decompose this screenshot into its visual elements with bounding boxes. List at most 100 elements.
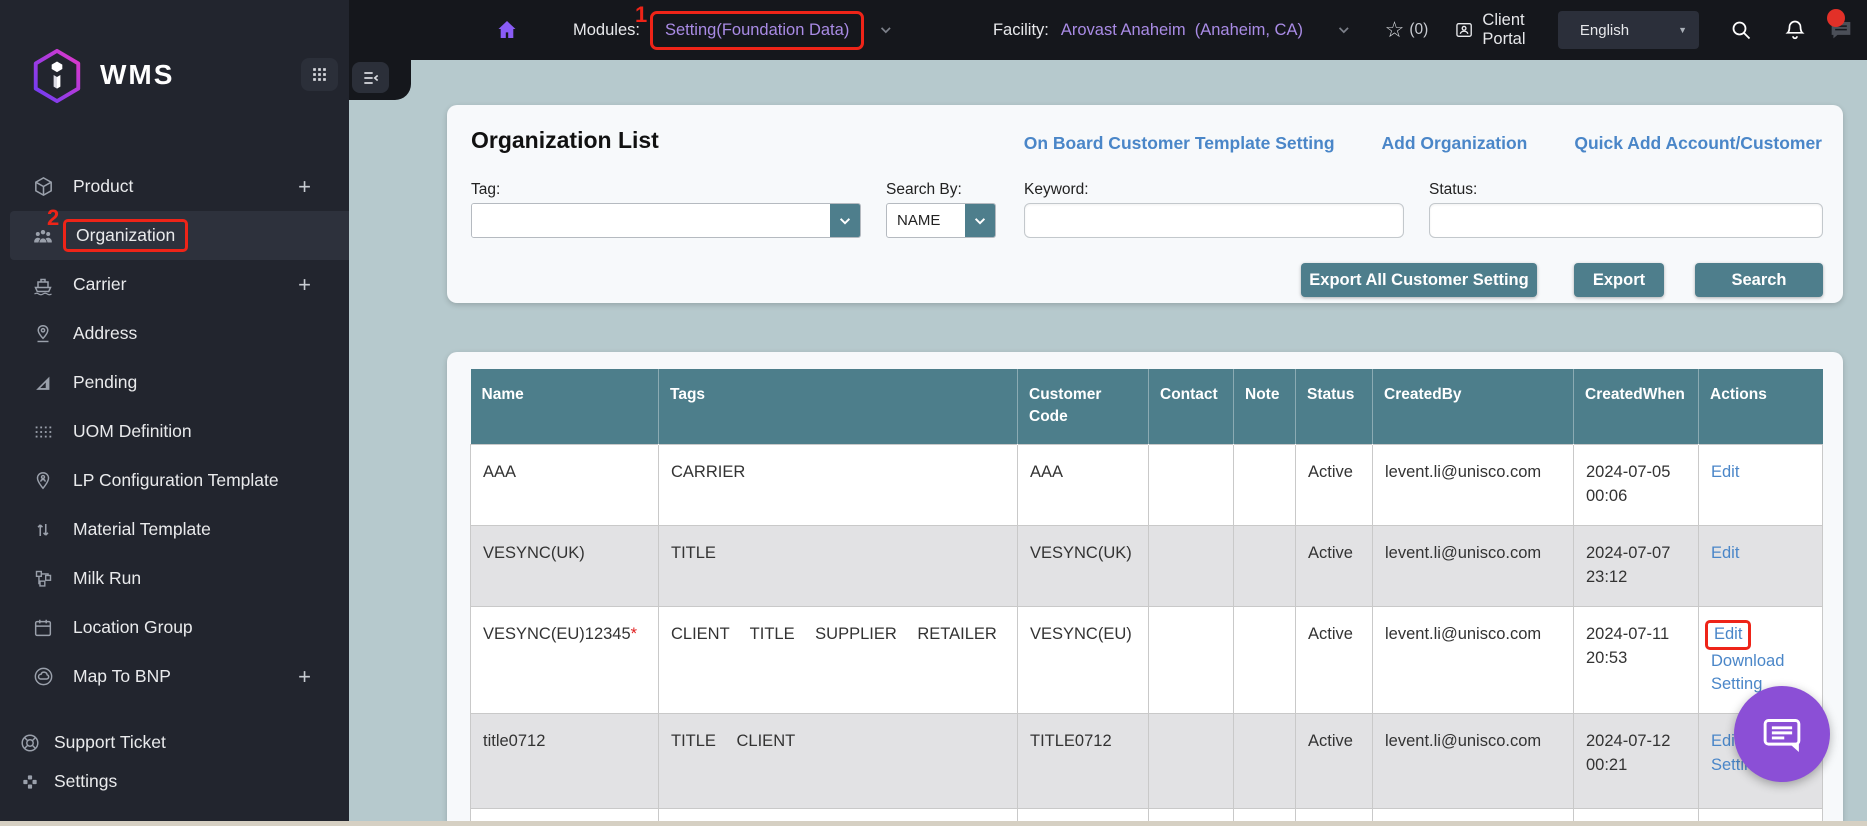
search-by-dropdown-button[interactable] [965,204,995,237]
tag-dropdown-button[interactable] [830,204,860,237]
edit-link[interactable]: Edit [1711,544,1739,562]
keyword-input[interactable] [1024,203,1404,238]
cell-createdby: levent.li@unisco.com [1372,605,1574,715]
facility-chevron-down-icon[interactable] [1337,22,1351,38]
page-bottom-edge [0,821,1867,826]
cell-createdby: levent.li@unisco.com [1372,524,1574,607]
cell-tags: TITLE [658,524,1018,607]
cell-createdwhen: 2024-07-07 23:12 [1573,524,1699,607]
edit-link-annotated[interactable]: Edit [1705,619,1752,650]
expand-plus-icon[interactable]: + [298,174,311,200]
sidebar-item-material-template[interactable]: Material Template [0,505,349,554]
sidebar-item-label: Pending [73,372,138,392]
table-row: title0712 TITLE CLIENT TITLE0712 Active … [470,713,1823,810]
sidebar-item-lp-configuration-template[interactable]: LP Configuration Template [0,456,349,505]
cell-createdby: levent.li@unisco.com [1372,713,1574,810]
edit-link[interactable]: Edit [1711,463,1739,481]
sidebar-item-label: LP Configuration Template [73,470,279,490]
header-links: On Board Customer Template Setting Add O… [1024,133,1822,154]
status-input[interactable] [1429,203,1823,238]
id-card-icon [1456,23,1473,37]
sidebar-item-carrier[interactable]: Carrier + [0,260,349,309]
cell-customer-code: AAA [1017,443,1149,526]
search-button[interactable]: Search [1695,263,1823,297]
sidebar-item-address[interactable]: Address [0,309,349,358]
link-onboard-customer-template-setting[interactable]: On Board Customer Template Setting [1024,133,1335,154]
cell-name: VESYNC(EU)12345* [470,605,659,715]
sidebar-item-milk-run[interactable]: Milk Run [0,554,349,603]
column-header-tags: Tags [658,369,1018,445]
arrows-up-down-icon [30,518,56,542]
sidebar-item-uom-definition[interactable]: UOM Definition [0,407,349,456]
sidebar-item-organization[interactable]: 2 Organization [10,207,349,260]
controller-icon [18,771,42,793]
sidebar-item-support-ticket[interactable]: Support Ticket [0,723,349,762]
cell-status: Active [1295,443,1373,526]
expand-plus-icon[interactable]: + [298,664,311,690]
cell-customer-code: VESYNC(EU) [1017,605,1149,715]
organization-table: Name Tags Customer Code Contact Note Sta… [470,369,1823,826]
messages-button[interactable] [1827,9,1855,45]
modules-chevron-down-icon[interactable] [879,22,893,38]
cell-name: AAA [470,443,659,526]
chat-fab-button[interactable] [1734,686,1830,782]
notification-badge-dot [1827,9,1846,27]
sidebar-item-product[interactable]: Product + [0,162,349,211]
sidebar-item-location-group[interactable]: Location Group [0,603,349,652]
sidebar-item-settings[interactable]: Settings [0,762,349,801]
organization-table-card: Name Tags Customer Code Contact Note Sta… [447,352,1843,826]
cell-customer-code: VESYNC(UK) [1017,524,1149,607]
cell-status: Active [1295,605,1373,715]
link-add-organization[interactable]: Add Organization [1382,133,1528,154]
wms-logo-icon [33,48,81,104]
cell-tags: CARRIER [658,443,1018,526]
column-header-createdwhen: CreatedWhen [1573,369,1699,445]
sidebar-collapse-button[interactable] [352,62,389,93]
search-by-select[interactable]: NAME [886,203,996,238]
favorites-count: (0) [1409,21,1429,38]
sidebar: WMS Product + 2 Organization Carrier + A… [0,0,349,826]
tag-input[interactable] [472,204,830,237]
organization-list-card: Organization List On Board Customer Temp… [447,105,1843,303]
cell-createdwhen: 2024-07-11 20:53 [1573,605,1699,715]
favorites-star-icon[interactable]: ☆ [1385,19,1405,41]
sitemap-icon [30,567,56,591]
client-portal-button[interactable]: Client Portal [1454,11,1558,49]
chat-bubble-icon [1763,719,1801,752]
cell-contact [1148,524,1234,607]
search-icon[interactable] [1729,18,1753,42]
app-title: WMS [100,59,175,90]
client-portal-label: Client Portal [1482,11,1526,48]
cell-name: VESYNC(UK) [470,524,659,607]
sidebar-item-map-to-bnp[interactable]: Map To BNP + [0,652,349,701]
cell-actions: Edit [1698,524,1823,607]
column-header-customer-code: Customer Code [1017,369,1149,445]
sidebar-item-pending[interactable]: Pending [0,358,349,407]
cell-customer-code: TITLE0712 [1017,713,1149,810]
annotation-box-1: 1 Setting(Foundation Data) [635,3,865,50]
bell-icon[interactable] [1783,18,1807,42]
sidebar-item-label: Support Ticket [54,732,166,752]
expand-plus-icon[interactable]: + [298,272,311,298]
column-header-name: Name [470,369,659,445]
link-quick-add-account-customer[interactable]: Quick Add Account/Customer [1574,133,1822,154]
language-select[interactable]: English ▼ [1557,11,1700,49]
cell-note [1233,443,1296,526]
cell-contact [1148,605,1234,715]
collapse-menu-icon [363,71,378,84]
apps-grid-button[interactable] [301,58,338,91]
grid-icon [313,68,326,81]
export-all-customer-setting-button[interactable]: Export All Customer Setting [1301,263,1537,297]
sidebar-item-label: Organization [76,225,176,245]
sidebar-menu: Product + 2 Organization Carrier + Addre… [0,162,349,701]
sidebar-header: WMS [0,44,349,110]
language-caret-icon: ▼ [1678,25,1688,35]
modules-value[interactable]: Setting(Foundation Data) [665,21,849,39]
cell-status: Active [1295,524,1373,607]
pin-person-icon [30,469,56,493]
cell-tags: CLIENT TITLE SUPPLIER RETAILER [658,605,1018,715]
home-icon[interactable] [495,18,519,42]
sidebar-item-label: Milk Run [73,568,142,588]
export-button[interactable]: Export [1574,263,1664,297]
facility-value[interactable]: Arovast Anaheim (Anaheim, CA) [1061,21,1303,40]
